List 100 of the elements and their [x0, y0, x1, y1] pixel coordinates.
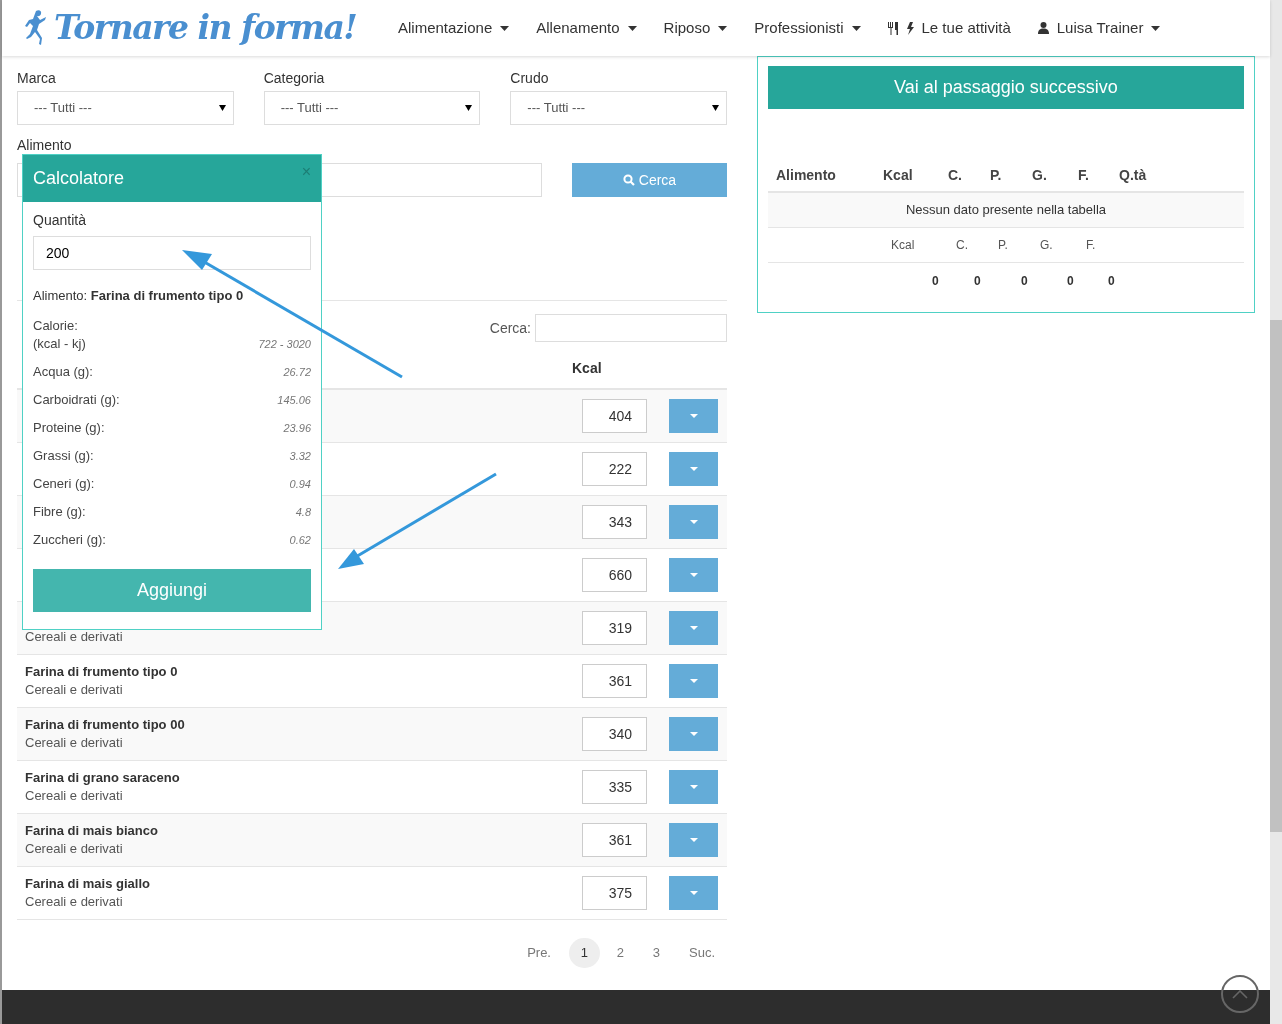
nutrient-label: Carboidrati (g):	[33, 391, 120, 409]
food-category: Cereali e derivati	[25, 628, 124, 646]
caret-icon	[689, 679, 698, 683]
nav-menu-item[interactable]: Alimentazione	[398, 16, 510, 40]
nutrient-label: Proteine (g):	[33, 419, 105, 437]
total-value: 0	[932, 272, 940, 290]
kcal-field[interactable]: 340	[582, 717, 647, 751]
food-category: Cereali e derivati	[25, 787, 124, 805]
caret-icon	[689, 891, 698, 895]
page-button[interactable]: 3	[641, 938, 672, 968]
nutrient-unit: (kcal - kj)	[33, 335, 86, 353]
column-header: F.	[1078, 166, 1090, 185]
column-header: Kcal	[572, 359, 602, 378]
dropdown-button[interactable]	[669, 717, 718, 751]
scrollbar[interactable]	[1270, 0, 1282, 1024]
nutrient-label: Acqua (g):	[33, 363, 93, 381]
back-to-top-button[interactable]	[1221, 975, 1259, 1013]
totals-label: G.	[1040, 237, 1054, 254]
page-button[interactable]: 2	[605, 938, 636, 968]
food-name: Farina di frumento tipo 00	[25, 716, 186, 734]
food-category: Cereali e derivati	[25, 840, 124, 858]
quantity-field[interactable]: 200	[33, 236, 311, 270]
kcal-field[interactable]: 319	[582, 611, 647, 645]
food-category: Cereali e derivati	[25, 893, 124, 911]
nav-menu-item[interactable]: Riposo	[663, 16, 728, 40]
nav-menu-item[interactable]: Allenamento	[536, 16, 637, 40]
table-search-label: Cerca:	[489, 318, 531, 338]
caret-icon	[689, 520, 698, 524]
table-search-field[interactable]	[535, 314, 727, 342]
dropdown-button[interactable]	[669, 452, 718, 486]
dropdown-arrow-icon	[465, 105, 473, 111]
previous-page-link[interactable]: Pre.	[527, 943, 551, 963]
food-category: Cereali e derivati	[25, 681, 124, 699]
caret-icon	[689, 414, 698, 418]
column-header: C.	[948, 166, 963, 185]
nutrient-value: 0.94	[289, 476, 311, 492]
totals-label: C.	[956, 237, 969, 254]
nutrient-label: Zuccheri (g):	[33, 531, 106, 549]
column-header: P.	[990, 166, 1003, 185]
dropdown-button[interactable]	[669, 823, 718, 857]
filter-select[interactable]: --- Tutti ---	[263, 91, 481, 125]
food-name: Farina di frumento tipo 0	[25, 663, 179, 681]
filter-select[interactable]: --- Tutti ---	[17, 91, 234, 125]
quantity-label: Quantità	[33, 211, 87, 230]
kcal-field[interactable]: 404	[582, 399, 647, 433]
nutrient-label: Ceneri (g):	[33, 475, 95, 493]
dropdown-button[interactable]	[669, 876, 718, 910]
caret-icon	[689, 467, 698, 471]
kcal-field[interactable]: 361	[582, 664, 647, 698]
empty-table-message: Nessun dato presente nella tabella	[905, 201, 1107, 220]
column-header: G.	[1032, 166, 1048, 185]
kcal-field[interactable]: 660	[582, 558, 647, 592]
dropdown-button[interactable]	[669, 505, 718, 539]
search-icon	[622, 174, 635, 186]
kcal-field[interactable]: 361	[582, 823, 647, 857]
food-label: Alimento	[17, 137, 73, 154]
nutrient-value: 145.06	[277, 392, 311, 408]
nutrient-value: 26.72	[283, 364, 311, 380]
column-header: Q.tà	[1119, 166, 1147, 185]
nutrient-label: Calorie:	[33, 317, 79, 335]
nutrient-value: 722 - 3020	[258, 336, 311, 352]
total-value: 0	[1067, 272, 1075, 290]
food-name: Farina di mais bianco	[25, 822, 159, 840]
caret-icon	[500, 25, 510, 31]
total-value: 0	[974, 272, 982, 290]
food-name: Farina di grano saraceno	[25, 769, 181, 787]
caret-icon	[627, 25, 637, 31]
dropdown-button[interactable]	[669, 611, 718, 645]
kcal-field[interactable]: 343	[582, 505, 647, 539]
next-page-link[interactable]: Suc.	[689, 943, 715, 963]
food-name: Farina di mais giallo	[25, 875, 151, 893]
nav-menu-item[interactable]: Professionisti	[754, 16, 861, 40]
page-button[interactable]: 1	[569, 938, 600, 968]
filter-label: Crudo	[510, 69, 550, 85]
dropdown-button[interactable]	[669, 399, 718, 433]
caret-icon	[851, 25, 861, 31]
dropdown-button[interactable]	[669, 770, 718, 804]
totals-label: F.	[1086, 237, 1097, 254]
caret-icon	[689, 838, 698, 842]
filter-label: Marca	[17, 69, 57, 85]
filter-select[interactable]: --- Tutti ---	[510, 91, 727, 125]
kcal-field[interactable]: 335	[582, 770, 647, 804]
food-category: Cereali e derivati	[25, 734, 124, 752]
kcal-field[interactable]: 222	[582, 452, 647, 486]
caret-icon	[689, 573, 698, 577]
kcal-field[interactable]: 375	[582, 876, 647, 910]
user-icon	[1037, 22, 1049, 34]
dropdown-arrow-icon	[712, 105, 719, 111]
nav-menu-item[interactable]: Luisa Trainer	[1037, 16, 1161, 40]
nav-menu-item[interactable]: Le tue attività	[887, 16, 1011, 40]
nutrient-value: 23.96	[283, 420, 311, 436]
caret-icon	[1151, 25, 1161, 31]
dropdown-button[interactable]	[669, 558, 718, 592]
dropdown-button[interactable]	[669, 664, 718, 698]
totals-label: P.	[998, 237, 1009, 254]
nutrient-value: 0.62	[289, 532, 311, 548]
nutrient-label: Fibre (g):	[33, 503, 86, 521]
selected-food-text: Alimento: Farina di frumento tipo 0	[33, 288, 244, 303]
dialog-title: Calcolatore	[33, 167, 125, 190]
filter-label: Categoria	[263, 69, 326, 85]
